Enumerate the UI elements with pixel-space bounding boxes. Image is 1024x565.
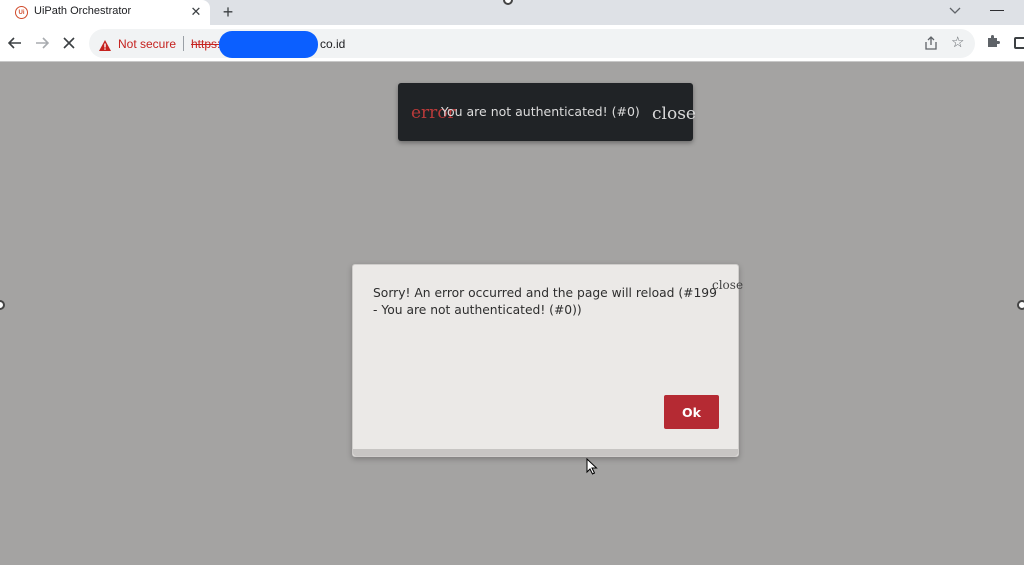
browser-toolbar: Not secure https: co.id ☆ — [0, 25, 1024, 62]
new-tab-button[interactable]: + — [219, 1, 237, 23]
mouse-cursor-icon — [586, 457, 598, 475]
dialog-message: Sorry! An error occurred and the page wi… — [373, 286, 717, 317]
browser-tab[interactable]: Ui UiPath Orchestrator ✕ — [0, 0, 210, 25]
error-toast: error You are not authenticated! (#0) cl… — [398, 83, 696, 141]
tab-title: UiPath Orchestrator — [34, 5, 132, 17]
window-minimize-button[interactable]: — — [990, 0, 1004, 18]
url-domain: co.id — [320, 37, 346, 51]
dialog-close-button[interactable]: close — [712, 278, 743, 292]
forward-arrow-icon[interactable] — [33, 34, 51, 52]
tab-search-chevron-icon[interactable] — [949, 2, 961, 20]
side-panel-icon[interactable] — [1014, 37, 1024, 49]
not-secure-label[interactable]: Not secure — [118, 37, 176, 51]
url-scheme: https: — [191, 37, 221, 51]
ok-button[interactable]: Ok — [664, 395, 719, 429]
toast-close-button[interactable]: close — [652, 104, 696, 124]
left-resize-handle — [0, 300, 5, 310]
address-bar[interactable]: Not secure https: co.id ☆ — [89, 29, 975, 58]
extensions-puzzle-icon[interactable] — [986, 34, 1001, 49]
back-arrow-icon[interactable] — [6, 34, 24, 52]
dialog-footer — [353, 449, 738, 456]
address-divider — [183, 36, 184, 51]
bookmark-star-icon[interactable]: ☆ — [951, 34, 964, 52]
tab-strip: Ui UiPath Orchestrator ✕ + — — [0, 0, 1024, 25]
warning-triangle-icon[interactable] — [99, 38, 111, 51]
toast-message: You are not authenticated! (#0) — [441, 104, 640, 119]
right-resize-handle — [1017, 300, 1024, 310]
url-redaction-mark — [219, 31, 318, 58]
share-icon[interactable] — [924, 36, 938, 50]
tab-close-icon[interactable]: ✕ — [188, 4, 204, 20]
uipath-favicon-icon: Ui — [15, 6, 28, 19]
stop-loading-icon[interactable] — [60, 34, 78, 52]
error-dialog: Sorry! An error occurred and the page wi… — [352, 264, 743, 457]
